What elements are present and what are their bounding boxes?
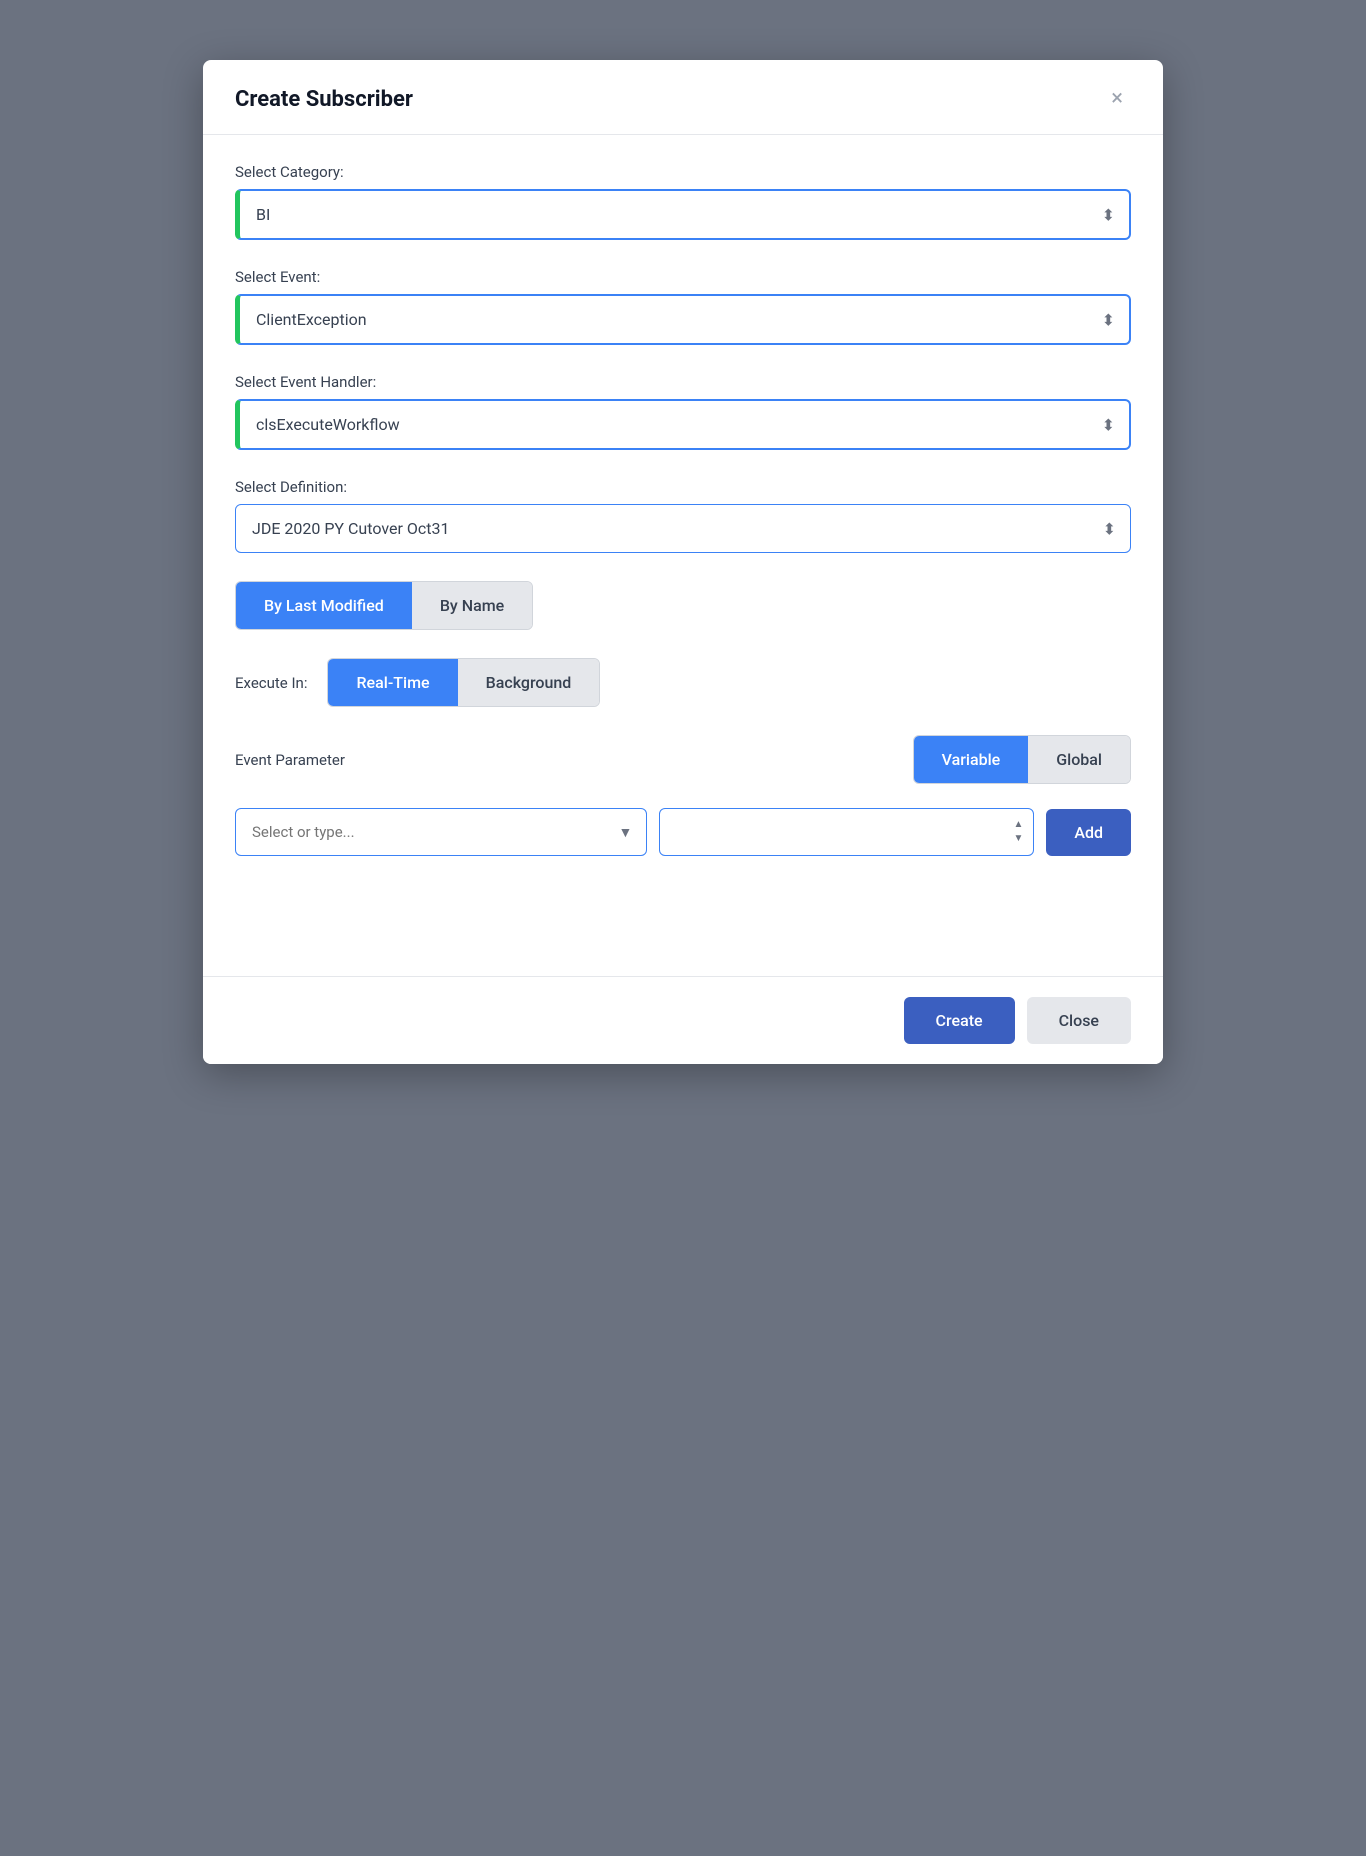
category-select-wrapper: BI AI CI ⬍: [235, 189, 1131, 240]
modal-body: Select Category: BI AI CI ⬍ Select Event…: [203, 135, 1163, 976]
event-label: Select Event:: [235, 268, 1131, 286]
modal-title: Create Subscriber: [235, 87, 413, 112]
select-or-type-input[interactable]: [236, 809, 604, 855]
handler-select-wrapper: clsExecuteWorkflow clsHandleEvent ⬍: [235, 399, 1131, 450]
event-select-wrapper: ClientException ServerException ⬍: [235, 294, 1131, 345]
definition-select[interactable]: JDE 2020 PY Cutover Oct31 JDE 2021 PY Cu…: [236, 505, 1130, 552]
event-parameter-toggle: Variable Global: [913, 735, 1131, 784]
event-parameter-variable-button[interactable]: Variable: [914, 736, 1029, 783]
definition-label: Select Definition:: [235, 478, 1131, 496]
modal-backdrop: Create Subscriber × Select Category: BI …: [203, 60, 1163, 1064]
add-button[interactable]: Add: [1046, 809, 1131, 856]
event-parameter-label: Event Parameter: [235, 751, 345, 769]
category-form-group: Select Category: BI AI CI ⬍: [235, 163, 1131, 240]
close-icon: ×: [1111, 86, 1123, 111]
event-form-group: Select Event: ClientException ServerExce…: [235, 268, 1131, 345]
footer-close-button[interactable]: Close: [1027, 997, 1131, 1044]
modal-header: Create Subscriber ×: [203, 60, 1163, 135]
handler-select[interactable]: clsExecuteWorkflow clsHandleEvent: [240, 401, 1129, 448]
handler-form-group: Select Event Handler: clsExecuteWorkflow…: [235, 373, 1131, 450]
execute-in-toggle: Real-Time Background: [327, 658, 600, 707]
event-parameter-row: Event Parameter Variable Global: [235, 735, 1131, 784]
modal-close-icon-button[interactable]: ×: [1103, 84, 1131, 114]
category-label: Select Category:: [235, 163, 1131, 181]
sort-toggle-group: By Last Modified By Name: [235, 581, 1131, 630]
select-or-type-dropdown-button[interactable]: ▼: [604, 824, 646, 841]
spinner-input[interactable]: [660, 809, 1003, 855]
create-subscriber-modal: Create Subscriber × Select Category: BI …: [203, 60, 1163, 1064]
execute-in-label: Execute In:: [235, 674, 307, 692]
event-parameter-global-button[interactable]: Global: [1028, 736, 1130, 783]
sort-toggle: By Last Modified By Name: [235, 581, 533, 630]
select-type-wrapper: ▼: [235, 808, 647, 856]
definition-form-group: Select Definition: JDE 2020 PY Cutover O…: [235, 478, 1131, 553]
category-select[interactable]: BI AI CI: [240, 191, 1129, 238]
handler-label: Select Event Handler:: [235, 373, 1131, 391]
execute-real-time-button[interactable]: Real-Time: [328, 659, 457, 706]
spacer: [235, 888, 1131, 948]
spinner-arrows-icon[interactable]: ▲ ▼: [1003, 818, 1033, 846]
sort-by-name-button[interactable]: By Name: [412, 582, 532, 629]
create-button[interactable]: Create: [904, 997, 1015, 1044]
sort-by-last-modified-button[interactable]: By Last Modified: [236, 582, 412, 629]
execute-in-row: Execute In: Real-Time Background: [235, 658, 1131, 707]
input-row: ▼ ▲ ▼ Add: [235, 808, 1131, 856]
spinner-wrapper: ▲ ▼: [659, 808, 1034, 856]
modal-footer: Create Close: [203, 976, 1163, 1064]
definition-select-wrapper: JDE 2020 PY Cutover Oct31 JDE 2021 PY Cu…: [235, 504, 1131, 553]
event-select[interactable]: ClientException ServerException: [240, 296, 1129, 343]
execute-background-button[interactable]: Background: [458, 659, 600, 706]
